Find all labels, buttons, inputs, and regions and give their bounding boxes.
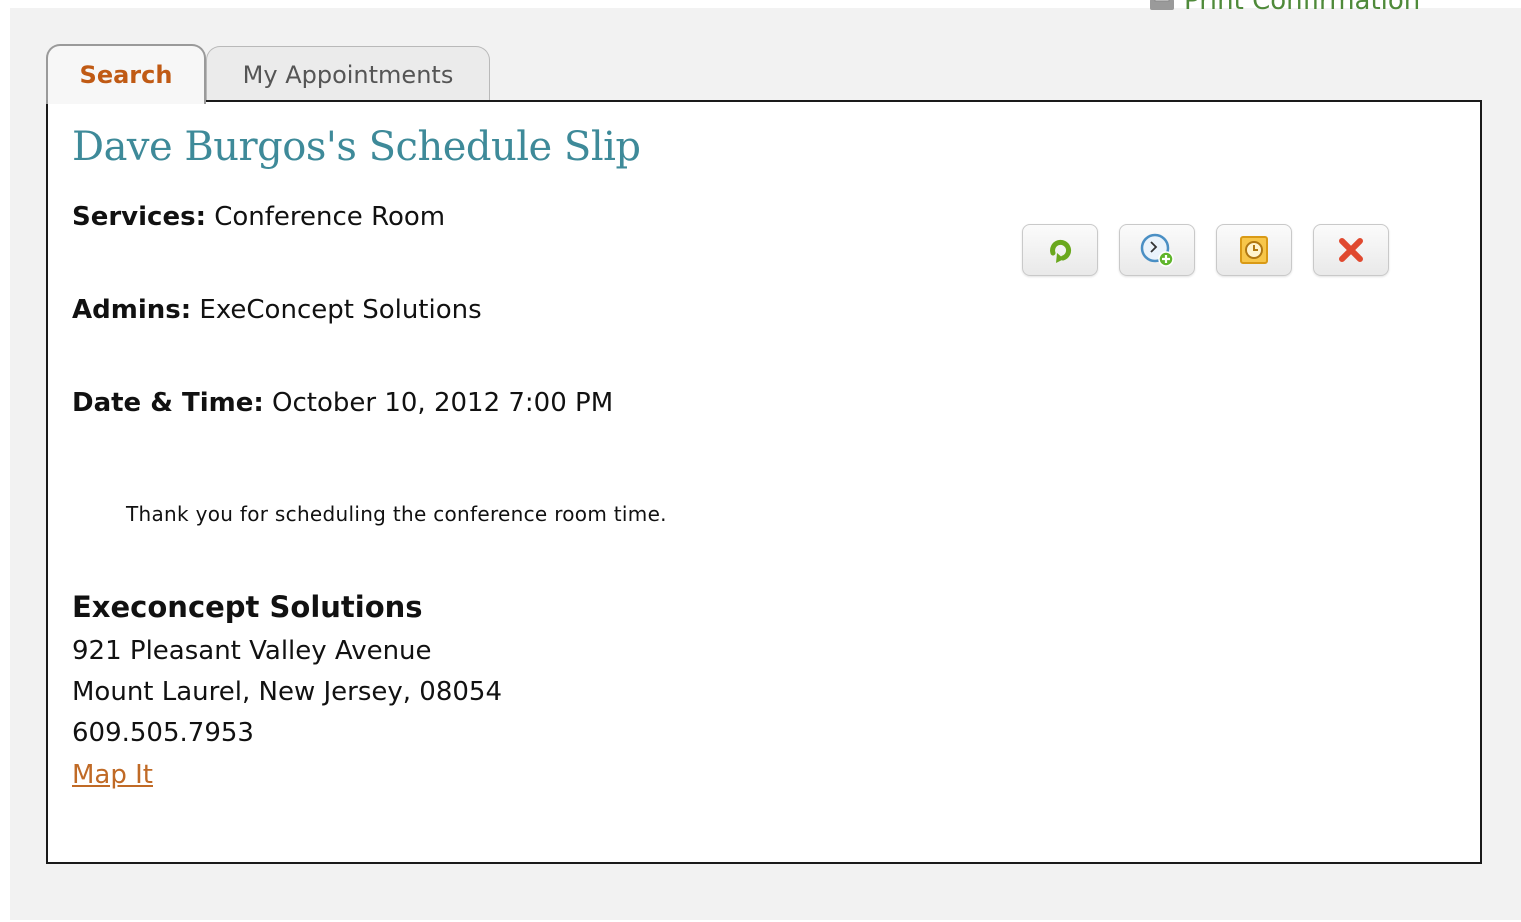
map-it-link[interactable]: Map It (72, 760, 153, 790)
add-to-calendar-icon (1140, 233, 1174, 267)
tab-bar: Search My Appointments (46, 44, 490, 104)
printer-icon (1148, 0, 1176, 12)
cancel-appointment-button[interactable] (1313, 224, 1389, 276)
tab-my-appointments-label: My Appointments (242, 60, 454, 89)
admins-field: Admins: ExeConcept Solutions (72, 295, 482, 325)
address-line1: 921 Pleasant Valley Avenue (72, 636, 432, 666)
print-confirmation-clip: Print Confirmation (1140, 0, 1460, 20)
page-title: Dave Burgos's Schedule Slip (72, 124, 641, 170)
cancel-icon (1339, 238, 1363, 262)
services-value: Conference Room (214, 202, 446, 232)
address-line2: Mount Laurel, New Jersey, 08054 (72, 677, 503, 707)
phone-number: 609.505.7953 (72, 718, 254, 748)
tab-search[interactable]: Search (46, 44, 206, 104)
services-field: Services: Conference Room (72, 202, 445, 232)
tab-my-appointments[interactable]: My Appointments (206, 46, 490, 102)
admins-label: Admins: (72, 295, 192, 325)
reminder-button[interactable] (1216, 224, 1292, 276)
reschedule-button[interactable] (1022, 224, 1098, 276)
tab-search-label: Search (79, 61, 173, 89)
slip-actions (1022, 224, 1389, 276)
company-name: Execoncept Solutions (72, 590, 423, 624)
reminder-clock-icon (1240, 236, 1268, 264)
datetime-field: Date & Time: October 10, 2012 7:00 PM (72, 388, 613, 418)
datetime-value: October 10, 2012 7:00 PM (272, 388, 614, 418)
add-to-calendar-button[interactable] (1119, 224, 1195, 276)
print-confirmation-link[interactable]: Print Confirmation (1148, 0, 1420, 16)
confirmation-message: Thank you for scheduling the conference … (126, 502, 667, 526)
schedule-slip-panel: Dave Burgos's Schedule Slip Services: Co… (46, 100, 1482, 864)
admins-value: ExeConcept Solutions (199, 295, 482, 325)
services-label: Services: (72, 202, 206, 232)
reschedule-icon (1050, 239, 1071, 263)
datetime-label: Date & Time: (72, 388, 264, 418)
print-confirmation-label: Print Confirmation (1184, 0, 1421, 16)
